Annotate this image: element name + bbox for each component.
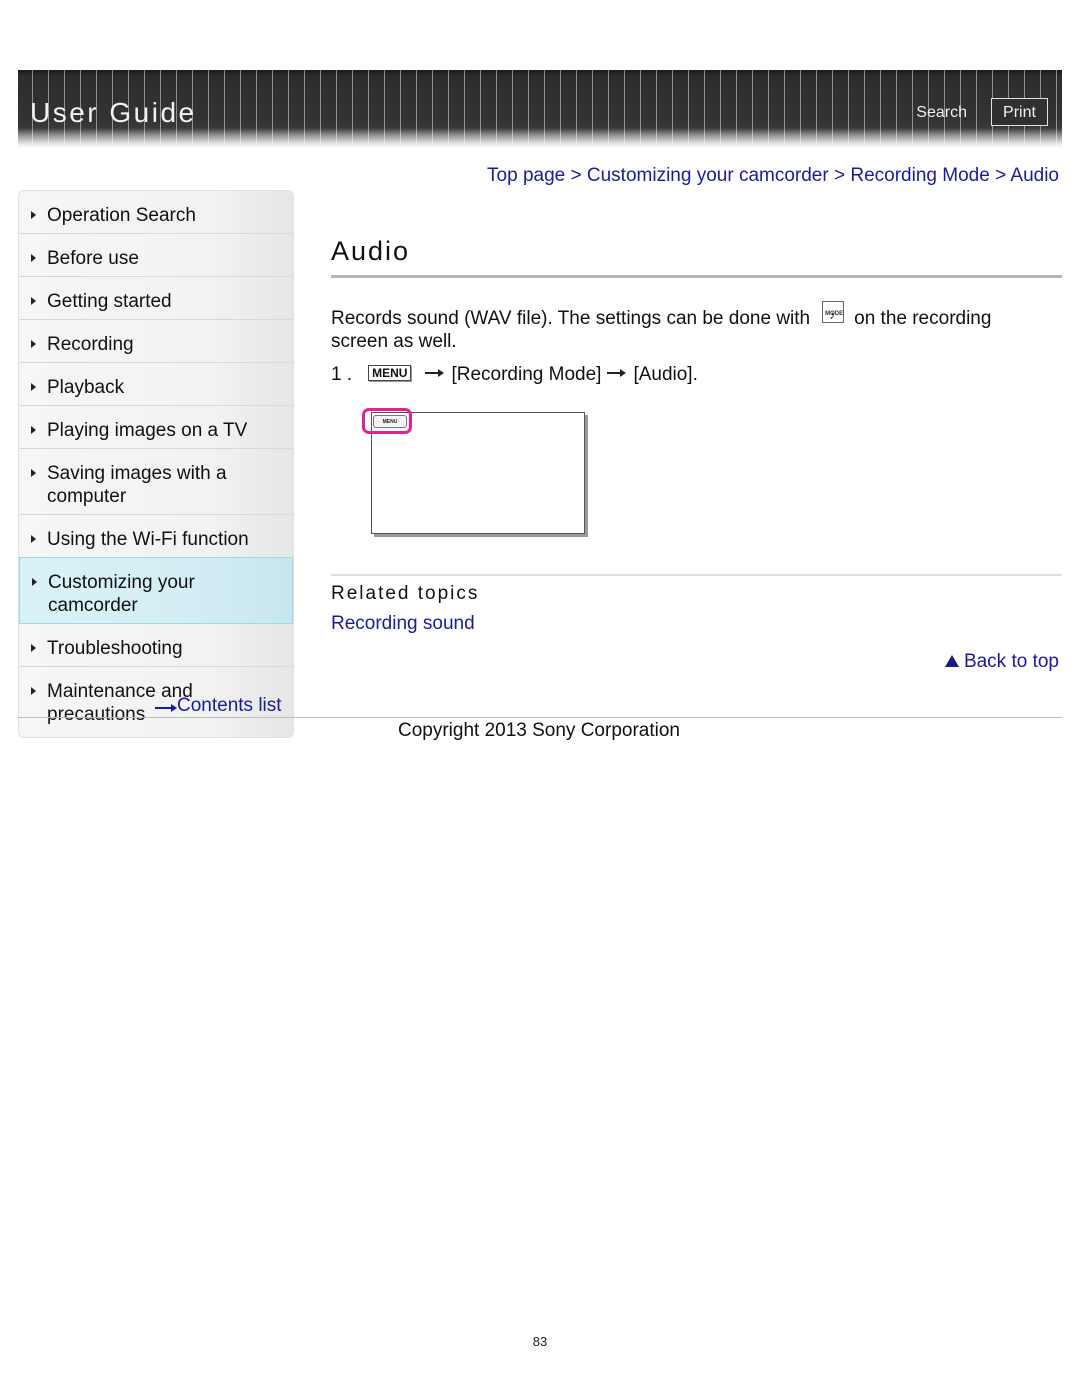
arrow-right-icon xyxy=(607,368,627,378)
page-number: 83 xyxy=(532,1334,548,1349)
step-1: 1 . MENU [Recording Mode] [Audio]. xyxy=(331,363,698,386)
triangle-right-icon xyxy=(31,535,36,543)
header-banner: User Guide Search Print xyxy=(18,70,1062,148)
back-to-top-label: Back to top xyxy=(963,651,1059,672)
contents-list-label: Contents list xyxy=(177,695,282,716)
music-note-icon: ♪ xyxy=(829,308,836,322)
description: Records sound (WAV file). The settings c… xyxy=(331,301,1051,353)
triangle-up-icon xyxy=(944,655,959,667)
triangle-right-icon xyxy=(31,687,36,695)
triangle-right-icon xyxy=(31,469,36,477)
triangle-right-icon xyxy=(31,211,36,219)
mode-music-icon: MODE ♪ xyxy=(822,301,845,323)
triangle-right-icon xyxy=(31,254,36,262)
sidebar-item-before-use[interactable]: Before use xyxy=(19,234,293,277)
back-to-top-link[interactable]: Back to top xyxy=(944,651,1059,673)
print-button[interactable]: Print xyxy=(991,98,1048,126)
copyright-text: Copyright 2013 Sony Corporation xyxy=(397,720,680,741)
sidebar-item-label: Troubleshooting xyxy=(47,638,183,659)
sidebar-item-label: Recording xyxy=(47,334,134,355)
triangle-right-icon xyxy=(31,644,36,652)
description-text-part1: Records sound (WAV file). The settings c… xyxy=(331,308,811,329)
sidebar-item-operation-search[interactable]: Operation Search xyxy=(19,191,293,234)
sidebar-item-label: Using the Wi-Fi function xyxy=(47,529,249,550)
sidebar-item-label: Operation Search xyxy=(47,205,196,226)
sidebar-item-getting-started[interactable]: Getting started xyxy=(19,277,293,320)
triangle-right-icon xyxy=(31,340,36,348)
sidebar-item-troubleshooting[interactable]: Troubleshooting xyxy=(19,624,293,667)
breadcrumb-separator: > xyxy=(995,165,1011,186)
sidebar-item-customizing[interactable]: Customizing your camcorder xyxy=(19,557,293,624)
menu-button-icon: MENU xyxy=(368,365,412,381)
breadcrumb: Top page > Customizing your camcorder > … xyxy=(487,165,1059,187)
title-divider xyxy=(331,275,1062,278)
breadcrumb-audio[interactable]: Audio xyxy=(1010,165,1059,186)
step-number: 1 . xyxy=(331,364,353,385)
triangle-right-icon xyxy=(32,578,37,586)
sidebar-item-label: Playing images on a TV xyxy=(47,420,248,441)
app-title: User Guide xyxy=(30,97,197,128)
breadcrumb-recording-mode[interactable]: Recording Mode xyxy=(850,165,989,186)
triangle-right-icon xyxy=(31,297,36,305)
breadcrumb-separator: > xyxy=(570,165,587,186)
related-topics-heading: Related topics xyxy=(331,583,480,604)
sidebar-item-label: Before use xyxy=(47,248,139,269)
arrow-right-icon xyxy=(425,368,445,378)
step-item-recording-mode: [Recording Mode] xyxy=(451,364,602,385)
sidebar-item-saving-images[interactable]: Saving images with a computer xyxy=(19,449,293,515)
breadcrumb-customizing[interactable]: Customizing your camcorder xyxy=(587,165,829,186)
contents-list-link[interactable]: Contents list xyxy=(155,695,282,717)
footer-divider xyxy=(18,717,1062,718)
sidebar-item-recording[interactable]: Recording xyxy=(19,320,293,363)
sidebar-item-label: Getting started xyxy=(47,291,172,312)
breadcrumb-top-page[interactable]: Top page xyxy=(487,165,565,186)
sidebar-item-label: Playback xyxy=(47,377,125,398)
sidebar-item-label: Saving images with a computer xyxy=(47,463,227,507)
step-item-audio: [Audio]. xyxy=(633,364,698,385)
search-button[interactable]: Search xyxy=(916,104,967,122)
page-title: Audio xyxy=(331,236,411,266)
related-divider xyxy=(331,574,1062,576)
sidebar-item-label: Customizing your camcorder xyxy=(48,572,195,616)
breadcrumb-separator: > xyxy=(833,165,851,186)
sidebar-item-wifi[interactable]: Using the Wi-Fi function xyxy=(19,515,293,558)
sidebar-nav: Operation Search Before use Getting star… xyxy=(18,190,294,738)
triangle-right-icon xyxy=(31,383,36,391)
sidebar-item-playing-on-tv[interactable]: Playing images on a TV xyxy=(19,406,293,449)
related-link-recording-sound[interactable]: Recording sound xyxy=(331,613,475,635)
sidebar-item-playback[interactable]: Playback xyxy=(19,363,293,406)
illustration-highlight-frame xyxy=(362,408,412,434)
triangle-right-icon xyxy=(31,426,36,434)
